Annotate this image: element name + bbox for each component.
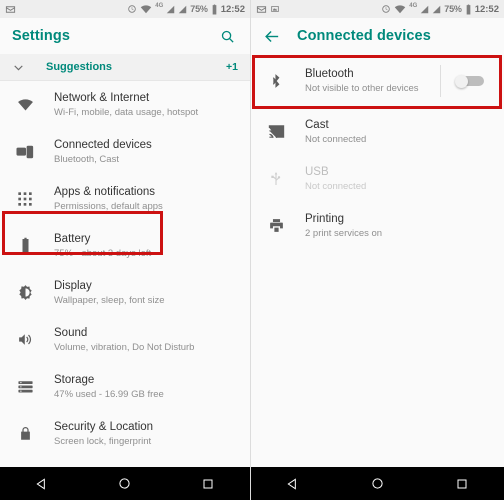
battery-icon <box>465 3 472 15</box>
connected-devices-screen: 4G 75% 12:52 Connected devices Bluetooth… <box>251 0 504 500</box>
item-title: Connected devices <box>54 138 152 151</box>
wifi-icon <box>12 96 38 113</box>
screenshot-icon <box>270 4 280 14</box>
item-subtitle: 75% - about 3 days left <box>54 247 152 259</box>
item-subtitle: Not visible to other devices <box>305 83 419 94</box>
item-subtitle: Wallpaper, sleep, font size <box>54 294 165 306</box>
clock-label: 12:52 <box>220 3 245 15</box>
item-subtitle: Not connected <box>305 180 367 192</box>
chevron-down-icon[interactable] <box>12 61 30 74</box>
item-title: Display <box>54 279 92 292</box>
item-title: USB <box>305 165 329 178</box>
wifi-icon <box>140 3 152 15</box>
connected-devices-icon <box>12 143 38 161</box>
settings-item-apps[interactable]: Apps & notifications Permissions, defaul… <box>0 175 250 222</box>
settings-item-security[interactable]: Security & Location Screen lock, fingerp… <box>0 410 250 457</box>
item-title: Bluetooth <box>305 68 354 80</box>
navigation-bar-right <box>251 467 504 500</box>
back-triangle-icon[interactable] <box>25 467 59 500</box>
bluetooth-icon <box>263 73 289 89</box>
signal-bars-icon <box>432 5 441 14</box>
item-title: Network & Internet <box>54 91 150 104</box>
status-bar-system-icons: 4G 75% 12:52 <box>127 3 245 15</box>
status-bar-left: 4G 75% 12:52 <box>0 0 250 18</box>
battery-icon <box>12 237 38 255</box>
suggestions-header[interactable]: Suggestions +1 <box>0 54 250 81</box>
item-title: Sound <box>54 326 88 339</box>
recents-square-icon[interactable] <box>191 467 225 500</box>
battery-percent-label: 75% <box>190 4 208 14</box>
brightness-icon <box>12 284 38 301</box>
cast-icon <box>263 123 289 140</box>
item-title: Printing <box>305 212 344 225</box>
usb-icon <box>263 171 289 187</box>
alarm-icon <box>381 4 391 14</box>
settings-item-connected-devices[interactable]: Connected devices Bluetooth, Cast <box>0 128 250 175</box>
settings-app-bar: Settings <box>0 18 250 54</box>
device-item-cast[interactable]: Cast Not connected <box>251 108 504 155</box>
home-circle-icon[interactable] <box>108 467 142 500</box>
item-title: Battery <box>54 232 91 245</box>
apps-grid-icon <box>12 191 38 207</box>
item-subtitle: Wi-Fi, mobile, data usage, hotspot <box>54 106 199 118</box>
device-item-bluetooth[interactable]: Bluetooth Not visible to other devices <box>251 54 504 108</box>
settings-item-display[interactable]: Display Wallpaper, sleep, font size <box>0 269 250 316</box>
item-title: Storage <box>54 373 95 386</box>
item-title: Cast <box>305 118 329 131</box>
connected-devices-list: Bluetooth Not visible to other devices C… <box>251 54 504 467</box>
dual-screenshot-container: 4G 75% 12:52 Settings Suggestions +1 Net… <box>0 0 504 500</box>
settings-item-battery[interactable]: Battery 75% - about 3 days left <box>0 222 250 269</box>
search-icon[interactable] <box>216 25 238 47</box>
settings-item-sound[interactable]: Sound Volume, vibration, Do Not Disturb <box>0 316 250 363</box>
status-bar-notification-icons <box>256 4 280 15</box>
arrow-left-icon[interactable] <box>261 25 283 47</box>
back-triangle-icon[interactable] <box>276 467 310 500</box>
item-subtitle: 47% used - 16.99 GB free <box>54 388 164 400</box>
status-bar-notification-icons <box>5 4 16 15</box>
settings-screen: 4G 75% 12:52 Settings Suggestions +1 Net… <box>0 0 251 500</box>
lock-icon <box>12 425 38 442</box>
divider <box>440 65 441 97</box>
suggestions-label: Suggestions <box>46 61 113 73</box>
device-item-usb[interactable]: USB Not connected <box>251 155 504 202</box>
signal-bars-icon <box>166 5 175 14</box>
bluetooth-toggle[interactable] <box>454 74 484 88</box>
network-type-label: 4G <box>155 3 164 9</box>
network-type-label: 4G <box>409 3 418 9</box>
storage-icon <box>12 378 38 395</box>
item-subtitle: Permissions, default apps <box>54 200 163 212</box>
page-title: Connected devices <box>297 28 431 44</box>
status-bar-system-icons: 4G 75% 12:52 <box>381 3 499 15</box>
item-subtitle: Screen lock, fingerprint <box>54 435 152 447</box>
item-subtitle: Bluetooth, Cast <box>54 153 119 165</box>
page-title: Settings <box>12 28 70 44</box>
signal-bars-icon <box>420 5 429 14</box>
home-circle-icon[interactable] <box>360 467 394 500</box>
alarm-icon <box>127 4 137 14</box>
volume-icon <box>12 331 38 348</box>
battery-percent-label: 75% <box>444 4 462 14</box>
connected-devices-app-bar: Connected devices <box>251 18 504 54</box>
item-subtitle: 2 print services on <box>305 227 383 239</box>
envelope-icon <box>256 4 267 15</box>
envelope-icon <box>5 4 16 15</box>
printer-icon <box>263 217 289 234</box>
settings-item-storage[interactable]: Storage 47% used - 16.99 GB free <box>0 363 250 410</box>
wifi-icon <box>394 3 406 15</box>
settings-item-network[interactable]: Network & Internet Wi-Fi, mobile, data u… <box>0 81 250 128</box>
navigation-bar-left <box>0 467 250 500</box>
suggestions-count-badge: +1 <box>226 61 238 73</box>
item-subtitle: Volume, vibration, Do Not Disturb <box>54 341 195 353</box>
clock-label: 12:52 <box>474 3 499 15</box>
recents-square-icon[interactable] <box>445 467 479 500</box>
settings-list: Network & Internet Wi-Fi, mobile, data u… <box>0 81 250 467</box>
item-title: Security & Location <box>54 420 154 433</box>
item-title: Apps & notifications <box>54 185 156 198</box>
status-bar-right: 4G 75% 12:52 <box>251 0 504 18</box>
battery-icon <box>211 3 218 15</box>
device-item-printing[interactable]: Printing 2 print services on <box>251 202 504 249</box>
toggle-thumb <box>455 74 468 88</box>
signal-bars-icon <box>178 5 187 14</box>
item-subtitle: Not connected <box>305 133 367 145</box>
